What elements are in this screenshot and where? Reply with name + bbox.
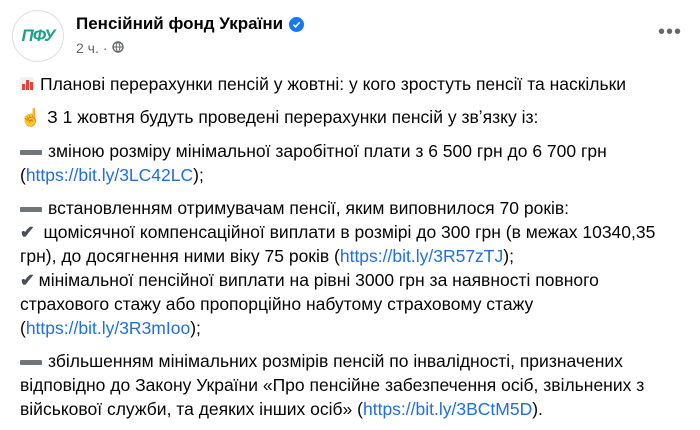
page-name-row: Пенсійний фонд України — [76, 14, 305, 34]
post-header: ПФУ Пенсійний фонд України 2 ч. · ••• — [12, 10, 688, 62]
globe-icon — [111, 40, 124, 56]
check-mark-emoji-icon: ✔ — [20, 270, 35, 290]
post-time[interactable]: 2 ч. — [76, 40, 99, 56]
intro-text: З 1 жовтня будуть проведені перерахунки … — [47, 107, 539, 127]
item2a-text: щомісячної компенсаційної виплати в розм… — [20, 222, 656, 266]
item1-paragraph: зміною розміру мінімальної заробітної пл… — [20, 139, 688, 187]
headline-text: Планові перерахунки пенсій у жовтні: у к… — [40, 74, 627, 94]
item3-paragraph: збільшенням мінімальних розмірів пенсій … — [20, 349, 688, 421]
pointing-up-emoji-icon: ☝ — [20, 108, 42, 127]
more-options-icon[interactable]: ••• — [658, 22, 682, 42]
item2a-link[interactable]: https://bit.ly/3R57zTJ — [340, 246, 503, 266]
post-meta: 2 ч. · — [76, 40, 124, 56]
intro-paragraph: ☝ З 1 жовтня будуть проведені перерахунки… — [20, 105, 688, 130]
headline-paragraph: Планові перерахунки пенсій у жовтні: у к… — [20, 72, 688, 96]
post-content: Планові перерахунки пенсій у жовтні: у к… — [20, 72, 688, 430]
heavy-minus-emoji-icon — [20, 359, 42, 365]
page-name-link[interactable]: Пенсійний фонд України — [76, 14, 283, 34]
heavy-minus-emoji-icon — [20, 149, 42, 155]
verified-badge-icon — [289, 16, 305, 32]
item3-link[interactable]: https://bit.ly/3BCtM5D — [363, 399, 532, 419]
heavy-minus-emoji-icon — [20, 206, 42, 212]
item2-text: встановленням отримувачам пенсії, яким в… — [48, 198, 570, 218]
item2-paragraph: встановленням отримувачам пенсії, яким в… — [20, 196, 688, 340]
bar-chart-emoji-icon — [20, 77, 34, 91]
item2b-end: ); — [190, 318, 201, 338]
item3-text: збільшенням мінімальних розмірів пенсій … — [20, 351, 645, 419]
avatar-text: ПФУ — [21, 26, 56, 45]
meta-separator: · — [102, 40, 108, 56]
item2b-link[interactable]: https://bit.ly/3R3mIoo — [26, 318, 190, 338]
item3-end: ). — [532, 399, 543, 419]
item2a-end: ); — [503, 246, 514, 266]
item1-end: ); — [193, 165, 204, 185]
check-mark-emoji-icon: ✔ — [20, 222, 35, 242]
avatar[interactable]: ПФУ — [12, 10, 64, 62]
item1-link[interactable]: https://bit.ly/3LC42LC — [26, 165, 193, 185]
